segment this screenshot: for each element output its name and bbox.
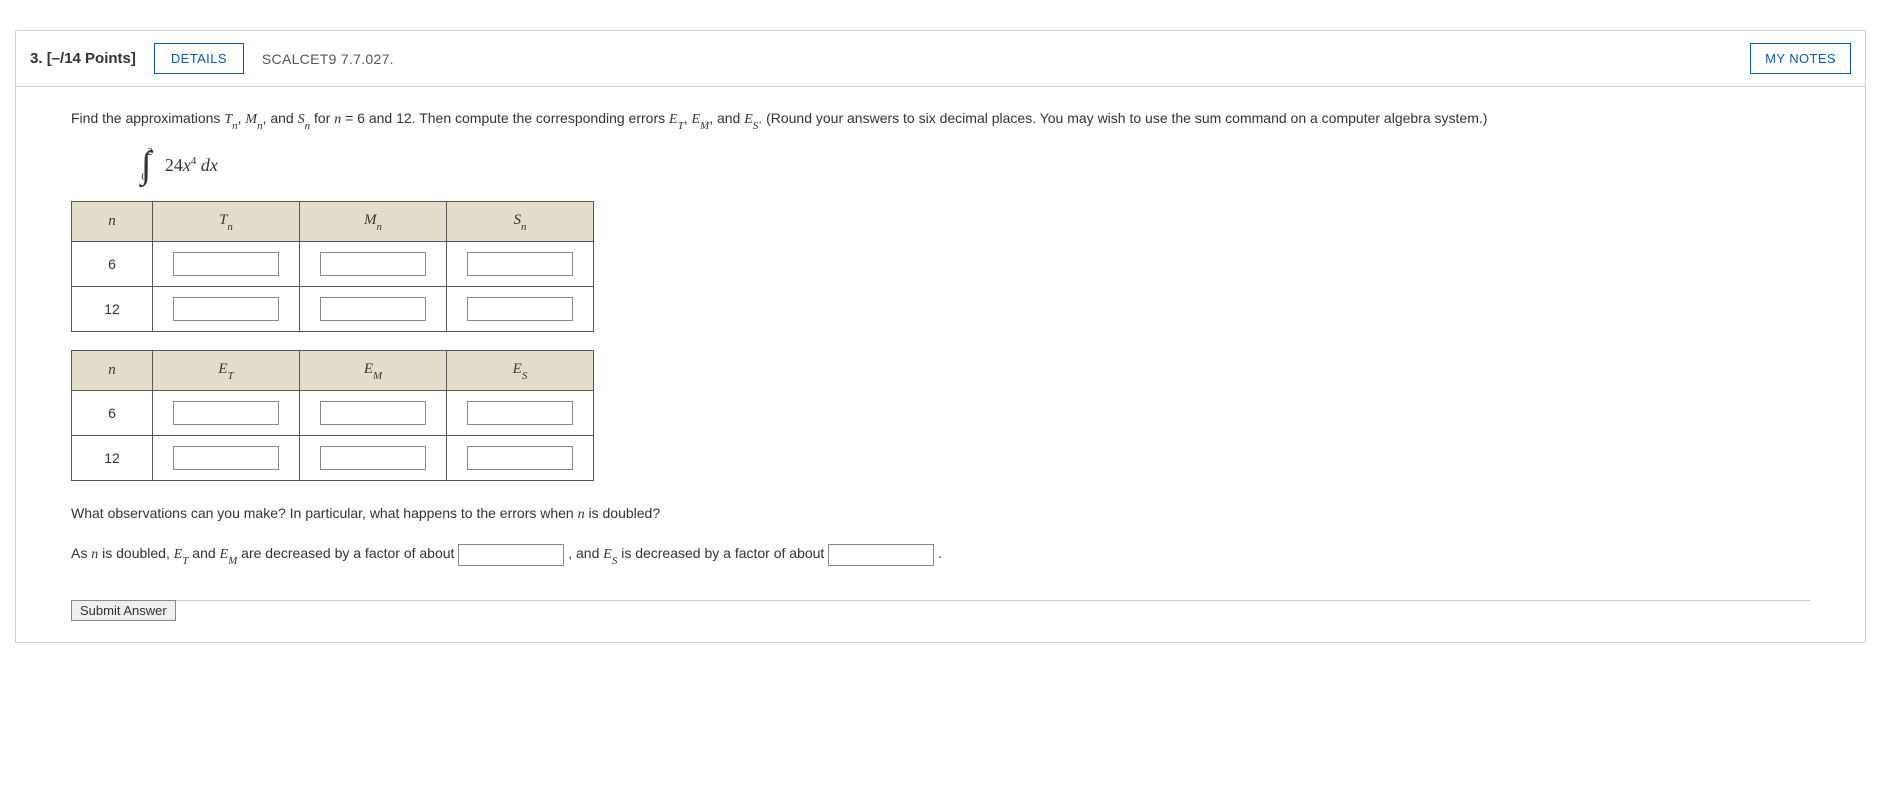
em12-input[interactable] <box>320 446 426 470</box>
em-sym: E <box>691 112 700 127</box>
t6-input[interactable] <box>173 252 279 276</box>
txt: , and <box>263 110 298 126</box>
table-row: 12 <box>72 287 594 332</box>
txt: , and <box>564 545 603 561</box>
details-button[interactable]: DETAILS <box>154 43 244 74</box>
em-sym: E <box>220 547 229 562</box>
es-sub: S <box>612 555 618 567</box>
approximations-table: n Tn Mn Sn 6 12 <box>71 201 594 332</box>
txt: is doubled, <box>98 545 174 561</box>
integrand: 24x4 dx <box>165 155 218 176</box>
question-number: 3. [–/14 Points] <box>30 50 136 67</box>
submit-answer-button[interactable]: Submit Answer <box>71 600 176 621</box>
table-row: 12 <box>72 436 594 481</box>
et-sub: T <box>182 555 188 567</box>
col-em: EM <box>300 351 447 391</box>
txt: for <box>310 110 334 126</box>
es-sym: E <box>744 112 753 127</box>
m-sub: n <box>257 120 263 132</box>
s-sub: n <box>305 120 311 132</box>
n-value: 12 <box>72 436 153 481</box>
txt: What observations can you make? In parti… <box>71 505 578 521</box>
source-label: SCALCET9 7.7.027. <box>262 51 394 67</box>
factor-es-input[interactable] <box>828 544 934 566</box>
integral-expression: ∫ 2 0 24x4 dx <box>141 147 1810 183</box>
em-sub: M <box>228 555 237 567</box>
observation-question: What observations can you make? In parti… <box>71 499 1810 529</box>
txt: . (Round your answers to six decimal pla… <box>758 110 1487 126</box>
txt: , and <box>709 110 744 126</box>
lower-limit: 0 <box>141 172 147 183</box>
m12-input[interactable] <box>320 297 426 321</box>
txt: = 6 and 12. Then compute the correspondi… <box>341 110 669 126</box>
txt: and <box>188 545 219 561</box>
s-sym: S <box>298 112 305 127</box>
em-sub: M <box>700 120 709 132</box>
et12-input[interactable] <box>173 446 279 470</box>
et6-input[interactable] <box>173 401 279 425</box>
et-sym: E <box>669 112 678 127</box>
n-ital: n <box>578 507 585 522</box>
integral-limits: 2 0 <box>147 147 153 183</box>
em6-input[interactable] <box>320 401 426 425</box>
n-value: 6 <box>72 242 153 287</box>
et-sym: E <box>174 547 183 562</box>
question-content: Find the approximations Tn, Mn, and Sn f… <box>16 87 1865 642</box>
q-num: 3. <box>30 50 43 67</box>
my-notes-button[interactable]: MY NOTES <box>1750 43 1851 74</box>
txt: is decreased by a factor of about <box>617 545 828 561</box>
question-container: 3. [–/14 Points] DETAILS SCALCET9 7.7.02… <box>15 30 1866 643</box>
col-tn: Tn <box>153 202 300 242</box>
table-row: 6 <box>72 391 594 436</box>
es-sym: E <box>603 547 612 562</box>
t12-input[interactable] <box>173 297 279 321</box>
instruction-text: Find the approximations Tn, Mn, and Sn f… <box>71 107 1810 133</box>
col-et: ET <box>153 351 300 391</box>
txt: As <box>71 545 91 561</box>
col-mn: Mn <box>300 202 447 242</box>
question-header: 3. [–/14 Points] DETAILS SCALCET9 7.7.02… <box>16 31 1865 87</box>
upper-limit: 2 <box>147 147 153 158</box>
txt: is doubled? <box>585 505 661 521</box>
es12-input[interactable] <box>467 446 573 470</box>
col-n: n <box>72 351 153 391</box>
es6-input[interactable] <box>467 401 573 425</box>
m6-input[interactable] <box>320 252 426 276</box>
t-sym: T <box>224 112 232 127</box>
es-sub: S <box>753 120 759 132</box>
footer-divider: Submit Answer <box>71 600 1810 622</box>
factor-etem-input[interactable] <box>458 544 564 566</box>
var: x <box>183 155 191 175</box>
txt: are decreased by a factor of about <box>237 545 458 561</box>
observation-fill: As n is doubled, ET and EM are decreased… <box>71 539 1810 570</box>
txt: . <box>934 545 942 561</box>
n-value: 12 <box>72 287 153 332</box>
table-row: 6 <box>72 242 594 287</box>
col-es: ES <box>447 351 594 391</box>
col-sn: Sn <box>447 202 594 242</box>
t-sub: n <box>232 120 238 132</box>
col-n: n <box>72 202 153 242</box>
errors-table: n ET EM ES 6 12 <box>71 350 594 481</box>
s6-input[interactable] <box>467 252 573 276</box>
m-sym: M <box>245 112 257 127</box>
dx: dx <box>196 155 218 175</box>
n-value: 6 <box>72 391 153 436</box>
s12-input[interactable] <box>467 297 573 321</box>
et-sub: T <box>678 120 684 132</box>
txt: Find the approximations <box>71 110 224 126</box>
q-points: [–/14 Points] <box>47 50 136 67</box>
coeff: 24 <box>165 155 183 175</box>
